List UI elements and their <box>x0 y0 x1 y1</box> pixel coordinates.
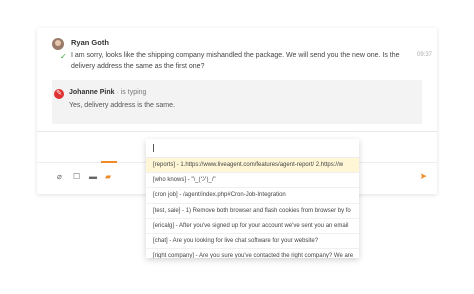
customer-typing-preview: ✎ Johanne Pink · is typing Yes, delivery… <box>52 80 422 124</box>
canned-item-who-knows[interactable]: [who knows] - "\_(ツ)_/" <box>146 173 359 189</box>
folder-icon[interactable]: ▬ <box>89 172 97 181</box>
text-caret <box>153 144 154 152</box>
agent-name: Ryan Goth <box>71 38 109 47</box>
check-icon: ✓ <box>60 52 67 61</box>
canned-item-ericalg[interactable]: [ericalg] - After you've signed up for y… <box>146 219 359 234</box>
customer-typing-text: Yes, delivery address is the same. <box>69 102 175 109</box>
canned-response-icon[interactable]: ▰ <box>105 172 111 181</box>
attachment-icon[interactable]: ⌀ <box>57 172 62 181</box>
message-time: 09:37 <box>416 52 432 58</box>
canned-item-reports[interactable]: [reports] - 1.https://www.liveagent.com/… <box>146 158 359 174</box>
agent-message-text: I am sorry, looks like the shipping comp… <box>71 52 400 70</box>
canned-item-test-sale[interactable]: [test, sale] - 1) Remove both browser an… <box>146 204 359 219</box>
canned-item-chat[interactable]: [chat] - Are you looking for live chat s… <box>146 234 359 250</box>
canned-item-cron-job[interactable]: [cron job] - /agent/index.php#Cron-Job-I… <box>146 188 359 204</box>
pencil-icon: ✎ <box>54 89 64 99</box>
canned-item-right-company[interactable]: [right company] - Are you sure you've co… <box>146 249 359 258</box>
divider <box>37 131 437 132</box>
customer-name: Johanne Pink <box>69 89 115 96</box>
chat-icon[interactable]: ☐ <box>73 172 80 181</box>
canned-messages-dropdown: [reports] - 1.https://www.liveagent.com/… <box>146 139 359 258</box>
customer-name-line: Johanne Pink · is typing <box>69 89 146 96</box>
search-input[interactable] <box>146 139 359 158</box>
agent-avatar <box>52 38 64 50</box>
typing-status: · is typing <box>116 89 147 96</box>
send-icon[interactable]: ➤ <box>419 171 427 182</box>
active-tab-indicator <box>101 161 117 163</box>
